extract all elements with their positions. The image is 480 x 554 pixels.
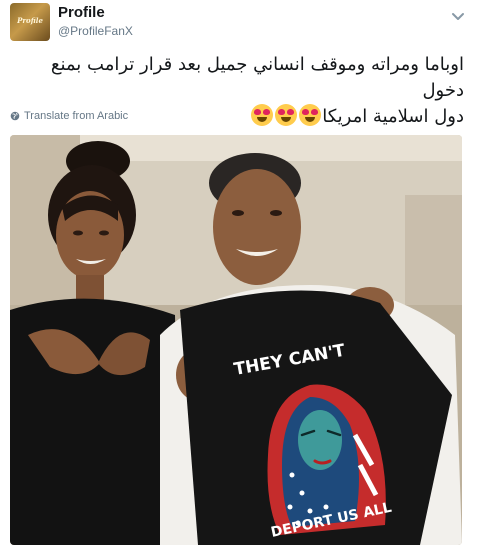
heart-eyes-emoji-icon: [275, 104, 298, 126]
translate-link[interactable]: Translate from Arabic: [10, 110, 128, 122]
tweet-text-line-2-words: دول اسلامية امريكا: [322, 106, 464, 127]
chevron-down-icon: [452, 13, 464, 20]
tweet-text-line-1: اوباما ومراته وموقف انساني جميل بعد قرار…: [50, 54, 464, 101]
display-name[interactable]: Profile: [58, 4, 105, 21]
translate-label: Translate from Arabic: [24, 110, 129, 122]
tweet-photo[interactable]: THEY CAN'T DEPORT US ALL: [10, 135, 462, 545]
heart-eyes-emoji-icon: [299, 104, 322, 126]
more-options-button[interactable]: [450, 10, 466, 24]
avatar[interactable]: Profile: [10, 3, 50, 41]
globe-icon: [10, 111, 20, 121]
avatar-label: Profile: [17, 16, 43, 25]
photo-illustration: THEY CAN'T DEPORT US ALL: [10, 135, 462, 545]
user-handle[interactable]: @ProfileFanX: [58, 24, 133, 38]
tweet-card: Profile Profile @ProfileFanX اوباما ومرا…: [0, 0, 480, 554]
heart-eyes-emoji-icon: [251, 104, 274, 126]
